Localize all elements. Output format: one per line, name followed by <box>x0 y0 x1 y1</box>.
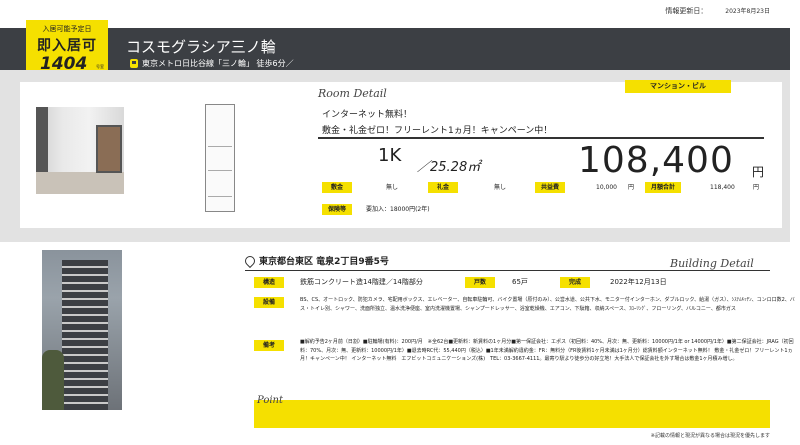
section-separator <box>0 236 790 242</box>
guarantee-value: 要加入：18000円(2年) <box>366 206 430 213</box>
move-in-small-label: 入居可能予定日 <box>42 25 92 33</box>
header-bar <box>0 28 790 70</box>
feature-line-1: インターネット無料！ <box>322 110 413 120</box>
address-text: 東京都台東区 竜泉2丁目9番5号 <box>259 257 389 267</box>
divider <box>318 137 764 139</box>
point-label: Point <box>257 395 284 406</box>
common-fee-tag: 共益費 <box>535 182 565 193</box>
feature-line-2: 敷金・礼金ゼロ！フリーレント1ヵ月！キャンペーン中！ <box>322 126 553 136</box>
floor-plan-image <box>205 104 235 212</box>
move-in-badge: 入居可能予定日 即入居可 1404 号室 <box>26 20 108 74</box>
map-pin-icon <box>242 253 258 268</box>
rent-unit: 円 <box>752 165 765 179</box>
structure-value: 鉄筋コンクリート造14階建／14階部分 <box>300 278 423 286</box>
divider <box>245 270 770 271</box>
units-tag: 戸数 <box>465 277 495 288</box>
deposit-tag: 敷金 <box>322 182 352 193</box>
common-fee-value: 10,000 <box>596 184 617 191</box>
room-layout: 1K <box>378 145 402 166</box>
update-date: 2023年8月23日 <box>725 8 770 15</box>
station-info: 東京メトロ日比谷線「三ノ輪」 徒歩6分／ <box>130 58 294 69</box>
point-box <box>254 400 770 428</box>
building-photo <box>42 250 122 410</box>
move-in-status: 即入居可 <box>37 38 97 54</box>
facilities-tag: 設備 <box>254 297 284 308</box>
completed-tag: 完成 <box>560 277 590 288</box>
train-icon <box>130 59 138 68</box>
room-detail-label: Room Detail <box>318 87 387 100</box>
footnote: ※記載の情報と現況が異なる場合は現況を優先します <box>650 433 770 439</box>
address: 東京都台東区 竜泉2丁目9番5号 <box>242 253 389 268</box>
monthly-total-value: 118,400 <box>710 184 735 191</box>
update-label: 情報更新日： <box>665 7 708 15</box>
property-type-badge: マンション・ビル <box>625 80 731 93</box>
common-fee-yen: 円 <box>628 184 635 191</box>
monthly-total-tag: 月額合計 <box>645 182 681 193</box>
building-detail-label: Building Detail <box>670 257 754 270</box>
units-value: 65戸 <box>512 278 528 286</box>
facilities-text: BS、CS、オートロック、防犯カメラ、宅配用ボックス、エレベーター、自転車駐輪可… <box>300 297 795 312</box>
room-area: ／25.28㎡ <box>417 160 481 175</box>
building-name: コスモグラシア三ノ輪 <box>126 38 276 56</box>
update-info: 情報更新日： 2023年8月23日 <box>665 6 770 16</box>
completed-value: 2022年12月13日 <box>610 278 667 286</box>
room-photo <box>36 107 124 194</box>
notes-tag: 備考 <box>254 340 284 351</box>
deposit-value: 無し <box>386 184 399 191</box>
guarantee-tag: 保険等 <box>322 204 352 215</box>
monthly-total-yen: 円 <box>753 184 760 191</box>
rent-price: 108,400 <box>578 140 734 181</box>
key-money-tag: 礼金 <box>428 182 458 193</box>
station-text: 東京メトロ日比谷線「三ノ輪」 徒歩6分／ <box>142 59 294 68</box>
notes-text: ■解約予告2ヶ月前（日割）■駐輪場(有料)：200円/月 ※全62台■更新料：新… <box>300 339 794 362</box>
key-money-value: 無し <box>494 184 507 191</box>
structure-tag: 構造 <box>254 277 284 288</box>
